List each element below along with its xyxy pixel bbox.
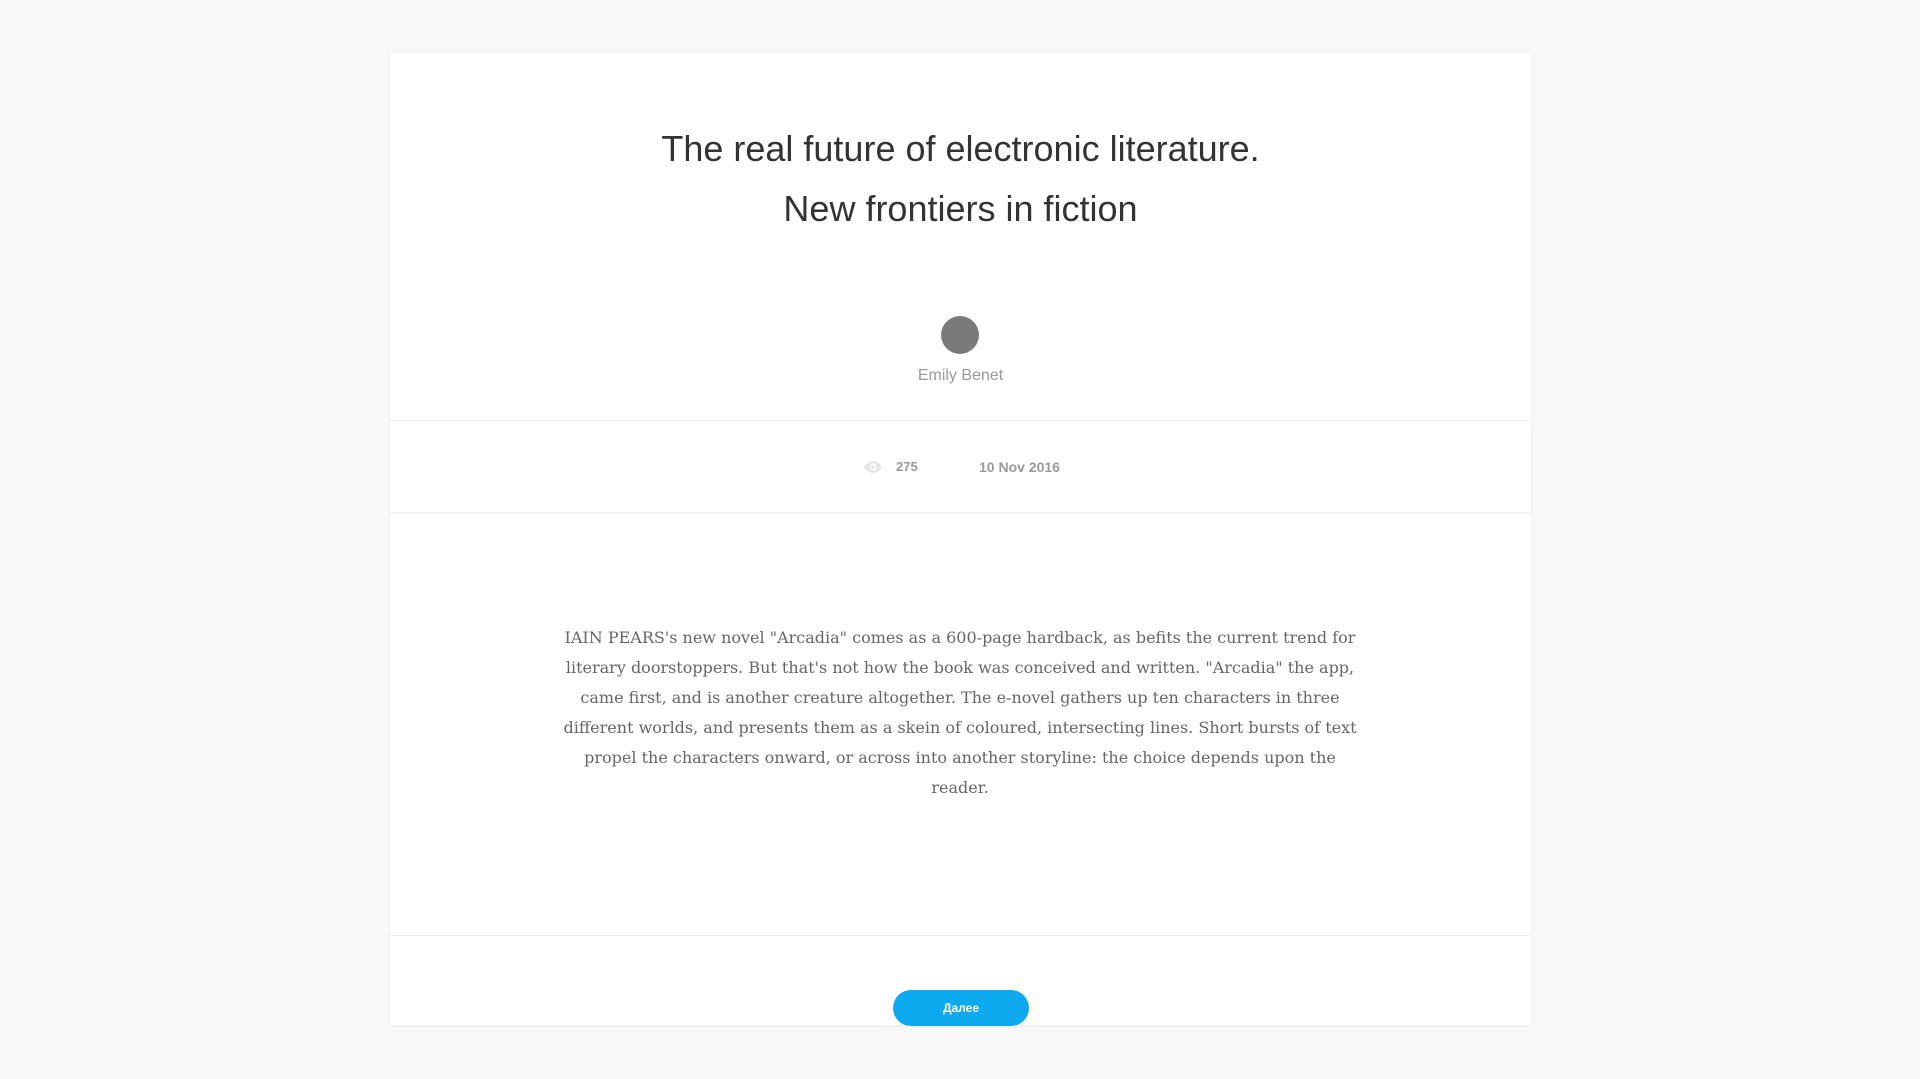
article-text: IAIN PEARS's new novel "Arcadia" comes a… <box>563 628 1357 797</box>
article-card: The real future of electronic literature… <box>390 53 1531 1026</box>
next-button[interactable]: Далее <box>893 990 1029 1026</box>
views-count: 275 <box>896 459 918 474</box>
article-meta: 275 10 Nov 2016 <box>390 421 1531 513</box>
publish-date: 10 Nov 2016 <box>979 459 1060 475</box>
article-footer: Далее <box>390 936 1531 1026</box>
avatar[interactable] <box>941 316 979 354</box>
eye-icon <box>864 461 882 473</box>
article-title-line-2: New frontiers in fiction <box>783 188 1138 229</box>
article-header: The real future of electronic literature… <box>390 53 1531 421</box>
article-title-line-1: The real future of electronic literature… <box>661 128 1260 169</box>
article-body: IAIN PEARS's new novel "Arcadia" comes a… <box>390 513 1531 936</box>
author-name[interactable]: Emily Benet <box>390 367 1531 385</box>
article-title: The real future of electronic literature… <box>390 119 1531 239</box>
